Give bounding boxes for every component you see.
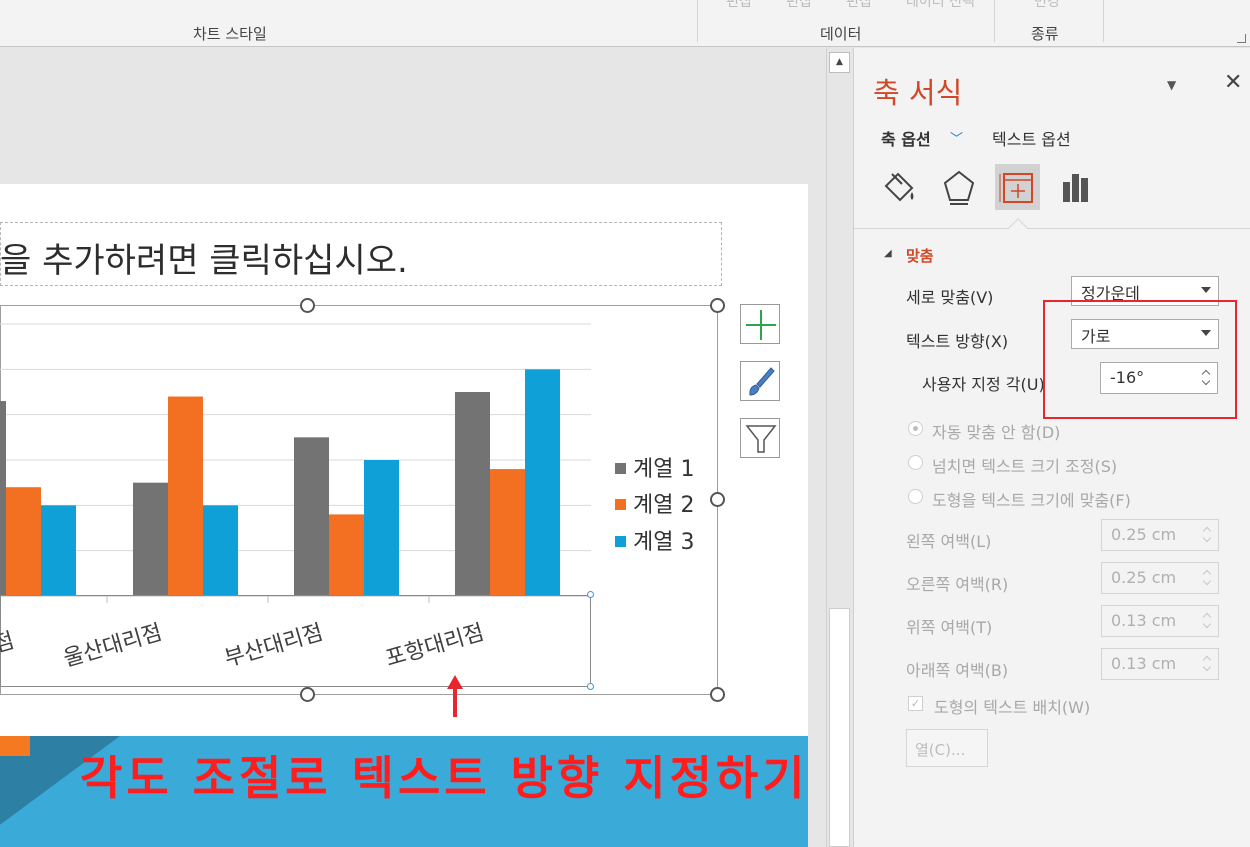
wrap-text-label: 도형의 텍스트 배치(W) xyxy=(934,698,1091,717)
ribbon-faded-label: 데이터 선택 xyxy=(906,0,975,10)
left-margin-value: 0.25 cm xyxy=(1111,525,1177,544)
bar-1[interactable] xyxy=(455,392,490,596)
axis-options-bar-chart-icon[interactable] xyxy=(1054,166,1098,210)
chart-resize-handle[interactable] xyxy=(300,687,315,702)
chart-resize-handle[interactable] xyxy=(710,298,725,313)
right-margin-value: 0.25 cm xyxy=(1111,568,1177,587)
section-collapse-icon[interactable]: ◢ xyxy=(884,248,892,259)
vertical-alignment-label: 세로 맞춤(V) xyxy=(906,288,994,307)
ribbon-separator xyxy=(994,0,995,42)
dropdown-arrow-icon xyxy=(1201,287,1211,293)
effects-pentagon-icon[interactable] xyxy=(937,166,981,210)
size-properties-icon[interactable] xyxy=(996,166,1040,210)
top-margin-label: 위쪽 여백(T) xyxy=(906,618,993,637)
chart-plot xyxy=(0,323,591,603)
radio-shrink-text-label: 넘치면 텍스트 크기 조정(S) xyxy=(932,457,1118,476)
spin-down-icon[interactable] xyxy=(1202,533,1212,543)
bar-1[interactable] xyxy=(133,482,168,596)
bar-2[interactable] xyxy=(6,487,41,596)
legend-label: 계열 1 xyxy=(633,457,695,482)
radio-resize-shape-label: 도형을 텍스트 크기에 맞춤(F) xyxy=(932,491,1131,510)
ribbon-collapse-icon[interactable] xyxy=(1237,34,1246,43)
bottom-margin-spinner[interactable]: 0.13 cm xyxy=(1101,648,1219,680)
section-title-alignment[interactable]: 맞춤 xyxy=(906,245,934,266)
plus-icon xyxy=(746,310,776,340)
custom-angle-label: 사용자 지정 각(U) xyxy=(922,375,1045,394)
left-margin-label: 왼쪽 여백(L) xyxy=(906,532,992,551)
tab-axis-options[interactable]: 축 옵션 xyxy=(881,126,931,150)
fill-line-icon[interactable] xyxy=(878,166,922,210)
bar-1[interactable] xyxy=(294,437,329,596)
top-margin-value: 0.13 cm xyxy=(1111,611,1177,630)
banner-shape xyxy=(0,736,30,756)
radio-shrink-text[interactable] xyxy=(908,455,923,470)
columns-button[interactable]: 열(C)... xyxy=(906,729,988,767)
chart-resize-handle[interactable] xyxy=(710,687,725,702)
right-margin-label: 오른쪽 여백(R) xyxy=(906,575,1009,594)
legend-item: 계열 2 xyxy=(615,487,694,519)
legend-swatch xyxy=(615,536,626,547)
paintbrush-icon xyxy=(749,367,775,396)
chevron-down-icon[interactable]: ﹀ xyxy=(950,128,963,147)
ribbon-group-data: 데이터 xyxy=(820,25,862,43)
bar-1[interactable] xyxy=(0,401,6,596)
funnel-icon xyxy=(745,425,777,453)
right-margin-spinner[interactable]: 0.25 cm xyxy=(1101,562,1219,594)
ribbon-faded-label: 변경 xyxy=(1034,0,1060,10)
legend-label: 계열 3 xyxy=(633,530,695,555)
chart-elements-button[interactable] xyxy=(740,304,780,344)
chart-resize-handle[interactable] xyxy=(300,298,315,313)
axis-resize-handle[interactable] xyxy=(587,683,594,690)
annotation-caption: 각도 조절로 텍스트 방향 지정하기 xyxy=(80,751,809,805)
axis-resize-handle[interactable] xyxy=(587,591,594,598)
top-margin-spinner[interactable]: 0.13 cm xyxy=(1101,605,1219,637)
bar-2[interactable] xyxy=(329,514,364,596)
pane-divider-notch xyxy=(1008,218,1028,238)
pane-options-dropdown-icon[interactable]: ▼ xyxy=(1167,78,1176,92)
radio-autofit-off[interactable] xyxy=(908,421,923,436)
bar-2[interactable] xyxy=(168,396,203,596)
legend-item: 계열 3 xyxy=(615,524,694,556)
scroll-up-button[interactable]: ▲ xyxy=(829,52,850,73)
left-margin-spinner[interactable]: 0.25 cm xyxy=(1101,519,1219,551)
ribbon-faded-label: 편집 xyxy=(846,0,872,10)
pane-title: 축 서식 xyxy=(873,76,963,110)
chart-resize-handle[interactable] xyxy=(710,492,725,507)
bar-3[interactable] xyxy=(525,369,560,596)
vertical-scrollbar[interactable]: ▲ xyxy=(826,48,853,847)
bar-3[interactable] xyxy=(364,460,399,596)
bottom-margin-value: 0.13 cm xyxy=(1111,654,1177,673)
ribbon-separator xyxy=(1103,0,1104,42)
spin-down-icon[interactable] xyxy=(1202,619,1212,629)
legend-swatch xyxy=(615,463,626,474)
chart-filters-button[interactable] xyxy=(740,418,780,458)
pane-divider xyxy=(854,228,1250,229)
bar-3[interactable] xyxy=(41,505,76,596)
scroll-thumb[interactable] xyxy=(829,608,850,847)
text-direction-label: 텍스트 방향(X) xyxy=(906,332,1009,351)
radio-autofit-off-label: 자동 맞춤 안 함(D) xyxy=(932,423,1061,442)
bottom-margin-label: 아래쪽 여백(B) xyxy=(906,661,1009,680)
tab-text-options[interactable]: 텍스트 옵션 xyxy=(992,126,1071,150)
chart-bars xyxy=(0,369,560,596)
highlight-box xyxy=(1043,300,1237,419)
up-arrow-icon xyxy=(447,675,463,717)
spin-down-icon[interactable] xyxy=(1202,576,1212,586)
legend-label: 계열 2 xyxy=(633,493,695,518)
bar-2[interactable] xyxy=(490,469,525,596)
ribbon-group-type: 종류 xyxy=(1031,25,1059,43)
spin-down-icon[interactable] xyxy=(1202,662,1212,672)
close-icon[interactable]: ✕ xyxy=(1224,70,1242,95)
legend-item: 계열 1 xyxy=(615,451,694,483)
format-axis-pane: 축 서식 ▼ ✕ 축 옵션 ﹀ 텍스트 옵션 ◢ 맞춤 세로 맞춤(V) 정가운… xyxy=(853,48,1250,847)
legend-swatch xyxy=(615,499,626,510)
chart-styles-button[interactable] xyxy=(740,361,780,401)
radio-resize-shape[interactable] xyxy=(908,489,923,504)
wrap-text-checkbox[interactable]: ✓ xyxy=(908,696,923,711)
bar-3[interactable] xyxy=(203,505,238,596)
